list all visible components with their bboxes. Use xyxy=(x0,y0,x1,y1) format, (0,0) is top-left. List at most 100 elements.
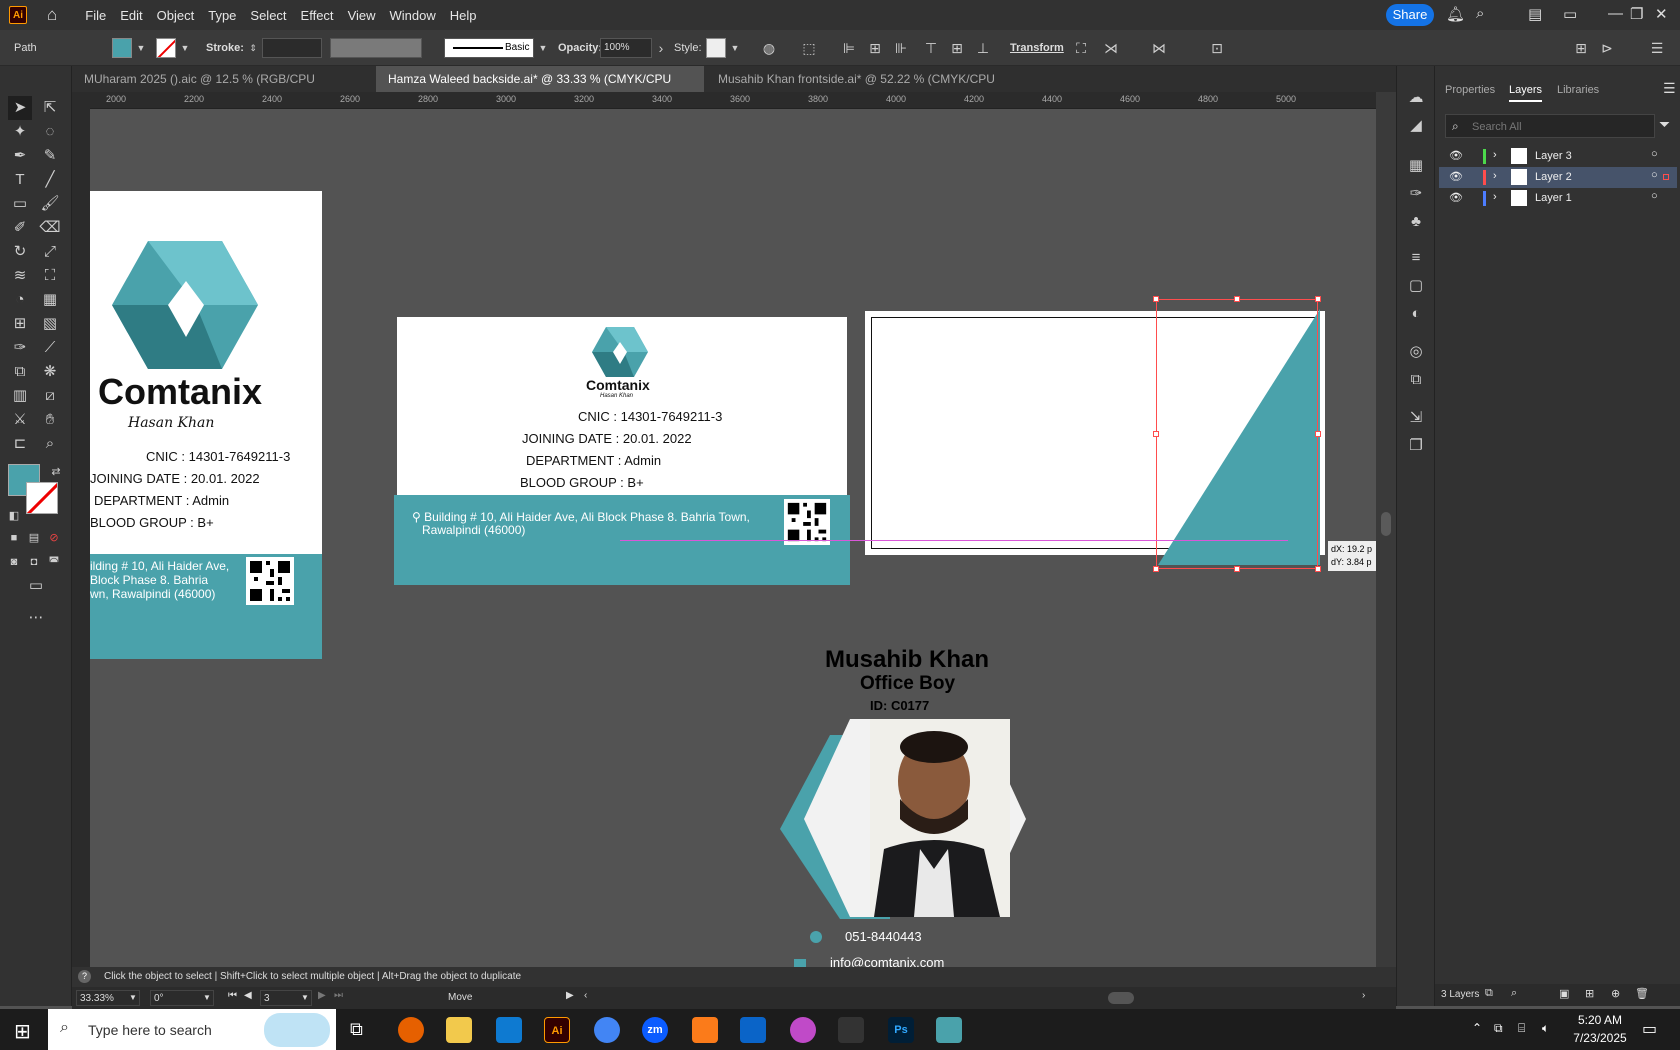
chrome-icon[interactable] xyxy=(594,1017,620,1043)
tray-app-icon[interactable]: ⧉ xyxy=(1494,1021,1503,1036)
help-icon[interactable]: ? xyxy=(78,970,91,983)
tab-properties[interactable]: Properties xyxy=(1445,84,1495,96)
minimize-icon[interactable]: — xyxy=(1608,5,1623,22)
firefox-icon[interactable] xyxy=(398,1017,424,1043)
prev-artboard-icon[interactable]: ◀ xyxy=(244,990,252,1001)
outlook-icon[interactable] xyxy=(740,1017,766,1043)
export-icon[interactable]: ⇲ xyxy=(1404,406,1428,430)
menu-object[interactable]: Object xyxy=(157,8,195,23)
task-view-icon[interactable]: ⧉ xyxy=(350,1019,363,1040)
filter-icon[interactable]: ⏷ xyxy=(1659,116,1670,133)
tab-musahib-frontside[interactable]: Musahib Khan frontside.ai* @ 52.22 % (CM… xyxy=(706,66,1054,112)
perspective-grid-tool-icon[interactable]: ▦ xyxy=(38,288,62,312)
bell-icon[interactable]: 🔔︎ xyxy=(1446,5,1465,23)
stroke-width-input[interactable] xyxy=(262,38,322,58)
horizontal-ruler[interactable]: 2000 2200 2400 2600 2800 3000 3200 3400 3600 3800… xyxy=(90,92,1376,109)
share-button[interactable]: Share xyxy=(1386,4,1434,26)
free-transform-tool-icon[interactable]: ⛶ xyxy=(38,264,62,288)
eraser-tool-icon[interactable]: ⌫ xyxy=(38,216,62,240)
libraries-icon[interactable]: ☁ xyxy=(1404,86,1428,110)
horizontal-scroll-thumb[interactable] xyxy=(1108,992,1134,1004)
menu-view[interactable]: View xyxy=(348,8,376,23)
layer-row-3[interactable]: 👁︎ › Layer 3 ○ xyxy=(1439,146,1677,167)
menu-window[interactable]: Window xyxy=(390,8,436,23)
gradient-tool-icon[interactable]: ▧ xyxy=(38,312,62,336)
symbol-sprayer-tool-icon[interactable]: ❋ xyxy=(38,360,62,384)
knife-tool-icon[interactable]: ⚔ xyxy=(8,408,32,432)
new-layer-icon[interactable]: ⊕ xyxy=(1611,987,1620,1000)
last-artboard-icon[interactable]: ⏭ xyxy=(334,990,343,1001)
ruler-origin[interactable] xyxy=(72,92,90,109)
align-center-icon[interactable]: ⊞ xyxy=(866,39,884,57)
chevron-down-icon[interactable]: ▼ xyxy=(132,39,150,57)
menu-edit[interactable]: Edit xyxy=(120,8,142,23)
search-icon[interactable]: ⌕ xyxy=(1476,5,1484,22)
artboards-icon[interactable]: ❐ xyxy=(1404,434,1428,458)
restore-icon[interactable]: ❐ xyxy=(1630,5,1643,23)
rotation-select[interactable]: 0° ▼ xyxy=(150,990,214,1006)
menu-icon[interactable]: ☰ xyxy=(1648,39,1666,57)
appearance-icon[interactable]: ◎ xyxy=(1404,340,1428,364)
zoom-select[interactable]: 33.33% ▼ xyxy=(76,990,140,1006)
clock-date[interactable]: 7/23/2025 xyxy=(1566,1031,1634,1045)
xampp-icon[interactable] xyxy=(692,1017,718,1043)
target-circle-icon[interactable]: ○ xyxy=(1651,169,1658,181)
image-trace-icon[interactable]: ⊡ xyxy=(1208,39,1226,57)
mesh-tool-icon[interactable]: ⊞ xyxy=(8,312,32,336)
brush-definition[interactable]: Basic xyxy=(444,38,534,58)
app-hexagon-icon[interactable] xyxy=(936,1017,962,1043)
selection-handle[interactable] xyxy=(1153,296,1159,302)
isolate-icon[interactable]: ⛶ xyxy=(1072,39,1090,57)
rotate-tool-icon[interactable]: ↻ xyxy=(8,240,32,264)
layers-search-input[interactable]: ⌕ Search All xyxy=(1445,114,1655,138)
visibility-eye-icon[interactable]: 👁︎ xyxy=(1449,149,1463,162)
collect-export-icon[interactable]: ⧉ xyxy=(1485,987,1493,1000)
pen-app-icon[interactable] xyxy=(838,1017,864,1043)
more-tools-icon[interactable]: ⋯ xyxy=(24,606,48,630)
creative-cloud-icon[interactable] xyxy=(790,1017,816,1043)
artboard-select[interactable]: 3 ▼ xyxy=(260,990,312,1006)
screen-mode-icon[interactable]: ▭ xyxy=(24,574,48,598)
panel-options-icon[interactable]: ⊳ xyxy=(1598,39,1616,57)
vertical-ruler[interactable] xyxy=(72,109,90,967)
lasso-tool-icon[interactable]: ◌ xyxy=(38,120,62,144)
style-swatch[interactable] xyxy=(706,38,726,58)
paintbrush-tool-icon[interactable]: 🖌︎ xyxy=(38,192,62,216)
align-right-icon[interactable]: ⊪ xyxy=(892,39,910,57)
align-top-icon[interactable]: ⊤ xyxy=(922,39,940,57)
layer-row-1[interactable]: 👁︎ › Layer 1 ○ xyxy=(1439,188,1677,209)
stepper-icon[interactable]: ⇕ xyxy=(244,39,262,57)
menu-type[interactable]: Type xyxy=(208,8,236,23)
draw-inside-icon[interactable]: ◚ xyxy=(42,550,66,574)
chevron-right-icon[interactable]: › xyxy=(1493,149,1497,161)
tray-chevron-icon[interactable]: ⌃ xyxy=(1472,1021,1482,1035)
target-circle-icon[interactable]: ○ xyxy=(1651,148,1658,160)
vscode-icon[interactable] xyxy=(496,1017,522,1043)
hand-tool-icon[interactable]: ✋︎ xyxy=(38,408,62,432)
align-bottom-icon[interactable]: ⊥ xyxy=(974,39,992,57)
arrange-icon[interactable]: ▭ xyxy=(1563,5,1577,23)
vertical-scrollbar[interactable] xyxy=(1376,92,1396,967)
make-clipping-mask-icon[interactable]: ▣ xyxy=(1559,987,1569,1000)
shape-builder-icon[interactable]: ⋈ xyxy=(1150,39,1168,57)
brushes-icon[interactable]: ✑ xyxy=(1404,182,1428,206)
pen-tool-icon[interactable]: ✒ xyxy=(8,144,32,168)
scroll-left-icon[interactable]: ‹ xyxy=(584,990,587,1001)
tab-libraries[interactable]: Libraries xyxy=(1557,84,1599,96)
close-icon[interactable]: ✕ xyxy=(1655,5,1668,23)
photoshop-icon[interactable]: Ps xyxy=(888,1017,914,1043)
rectangle-tool-icon[interactable]: ▭ xyxy=(8,192,32,216)
chevron-down-icon[interactable]: ▼ xyxy=(726,39,744,57)
arrange-docs-icon[interactable]: ⊞ xyxy=(1572,39,1590,57)
shape-builder-tool-icon[interactable]: ◔ xyxy=(8,288,32,312)
direct-selection-tool-icon[interactable]: ⇱ xyxy=(38,96,62,120)
stroke-swatch[interactable] xyxy=(156,38,176,58)
selection-handle[interactable] xyxy=(1153,431,1159,437)
swap-colors-icon[interactable]: ⇄ xyxy=(44,460,68,484)
chevron-down-icon[interactable]: ▼ xyxy=(176,39,194,57)
transparency-icon[interactable]: ◐ xyxy=(1404,302,1428,326)
swatches-icon[interactable]: ▦ xyxy=(1404,154,1428,178)
selection-handle[interactable] xyxy=(1153,566,1159,572)
fill-swatch[interactable] xyxy=(112,38,132,58)
symbols-icon[interactable]: ♣ xyxy=(1404,210,1428,234)
